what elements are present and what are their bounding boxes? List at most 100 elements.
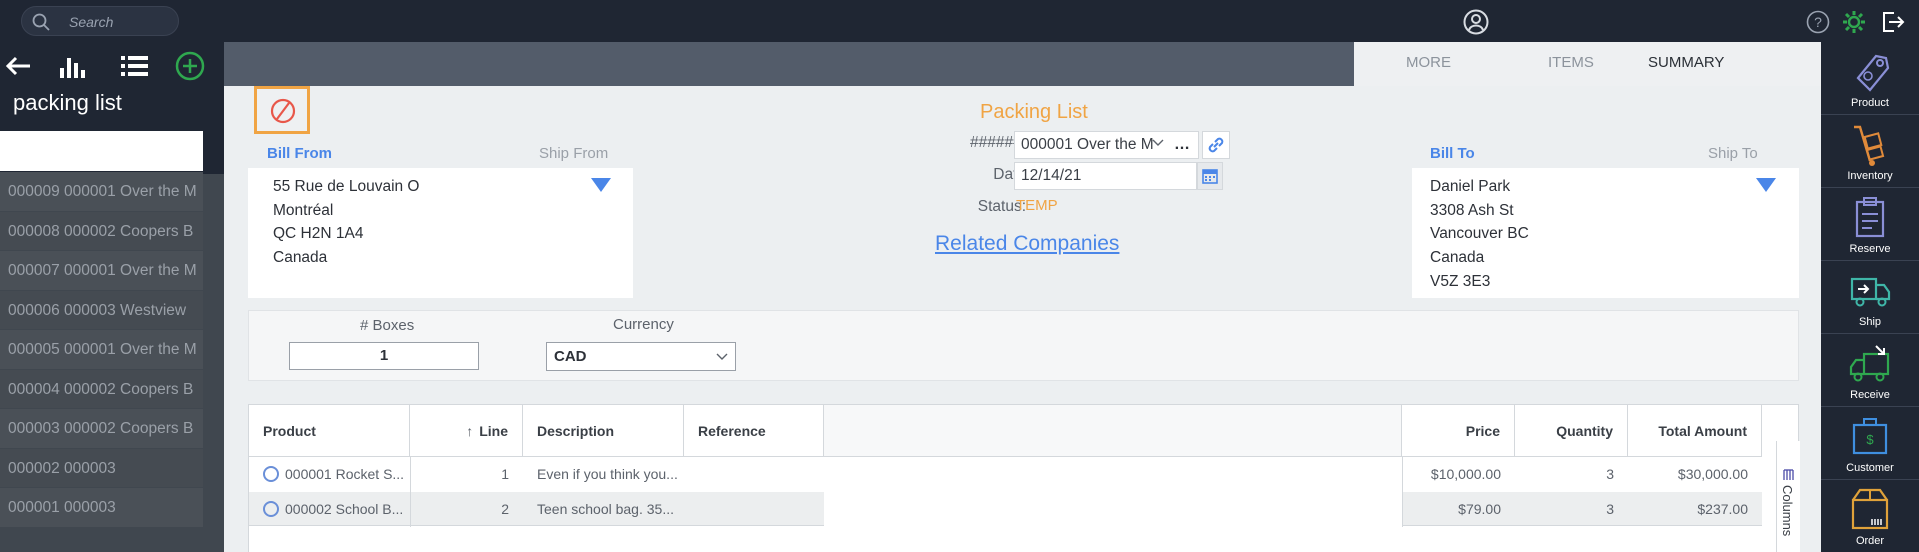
product-action-label: Product [1851, 97, 1889, 109]
inventory-action-label: Inventory [1847, 170, 1893, 182]
ship-action-label: Ship [1858, 316, 1882, 328]
tab-summary[interactable]: SUMMARY [1648, 54, 1724, 71]
column-header-line[interactable]: ↑ Line [410, 405, 523, 457]
void-button[interactable] [254, 86, 310, 134]
list-item[interactable]: 000005 000001 Over the M [0, 330, 203, 370]
ship-action[interactable]: Ship [1821, 261, 1919, 334]
document-number-value: 000001 Over the M [1021, 136, 1154, 153]
list-item[interactable]: 000007 000001 Over the M [0, 251, 203, 291]
receive-action-label: Receive [1850, 389, 1890, 401]
cell-product[interactable]: 000002 School B... [249, 492, 410, 526]
calendar-button[interactable] [1197, 162, 1223, 190]
ship-to-label[interactable]: Ship To [1708, 145, 1758, 162]
document-number-select[interactable]: 000001 Over the M [1014, 131, 1199, 159]
list-item[interactable]: 000002 000003 [0, 448, 203, 488]
search-placeholder: Search [69, 14, 114, 30]
sidebar-filter-input[interactable] [0, 131, 203, 171]
list-item[interactable]: 000008 000002 Coopers B [0, 211, 203, 251]
ship-truck-icon [1850, 277, 1891, 307]
user-account-icon[interactable] [1463, 9, 1489, 35]
columns-panel-toggle[interactable]: Columns [1776, 441, 1800, 552]
bill-from-address[interactable]: 55 Rue de Louvain O Montréal QC H2N 1A4 … [248, 168, 633, 298]
receive-action[interactable]: Receive [1821, 334, 1919, 407]
column-header-description[interactable]: Description [523, 405, 684, 457]
column-header-quantity[interactable]: Quantity [1515, 405, 1628, 457]
logout-icon[interactable] [1880, 9, 1906, 35]
currency-value: CAD [554, 348, 587, 365]
hand-truck-icon [1854, 125, 1885, 166]
bill-from-dropdown-icon[interactable] [591, 178, 611, 192]
right-action-bar: Product Inventory Reserve Ship Receive $… [1821, 42, 1919, 552]
status-label: Status: [977, 198, 1026, 215]
inventory-action[interactable]: Inventory [1821, 115, 1919, 188]
row-select-radio[interactable] [263, 500, 279, 517]
cell-line: 2 [501, 501, 509, 517]
customer-action[interactable]: $ Customer [1821, 407, 1919, 480]
bill-from-label[interactable]: Bill From [267, 145, 332, 162]
global-search[interactable]: Search [21, 6, 179, 36]
settings-gear-icon[interactable] [1841, 9, 1867, 35]
list-icon[interactable] [118, 50, 150, 82]
boxes-label: # Boxes [360, 317, 415, 334]
tab-more[interactable]: MORE [1406, 54, 1451, 71]
cell-quantity: 3 [1606, 466, 1614, 482]
ship-from-label[interactable]: Ship From [539, 145, 608, 162]
svg-text:?: ? [1814, 14, 1822, 30]
tab-items[interactable]: ITEMS [1548, 54, 1594, 71]
link-button[interactable] [1202, 131, 1230, 159]
column-divider [410, 457, 411, 527]
customer-briefcase-icon: $ [1852, 418, 1888, 455]
boxes-input[interactable]: 1 [289, 342, 479, 370]
bill-to-address[interactable]: Daniel Park 3308 Ash St Vancouver BC Can… [1412, 168, 1799, 298]
bill-to-dropdown-icon[interactable] [1756, 178, 1776, 192]
currency-label: Currency [613, 316, 674, 333]
help-icon[interactable]: ? [1806, 10, 1830, 34]
column-divider [1402, 457, 1403, 527]
left-sidebar: packing list 000009 000001 Over the M 00… [0, 42, 224, 552]
list-item[interactable]: 000001 000003 [0, 488, 203, 528]
calendar-icon [1202, 169, 1218, 184]
cell-product-text: 000002 School B... [285, 501, 404, 517]
address-line: Daniel Park [1430, 178, 1511, 195]
order-box-icon [1851, 488, 1889, 530]
list-item[interactable]: 000009 000001 Over the M [0, 172, 203, 212]
document-title: Packing List [980, 101, 1088, 123]
bill-to-label[interactable]: Bill To [1430, 145, 1475, 162]
reserve-action[interactable]: Reserve [1821, 188, 1919, 261]
column-header-reference[interactable]: Reference [684, 405, 824, 457]
product-tag-icon [1856, 54, 1890, 92]
columns-icon [1783, 469, 1794, 480]
address-line: V5Z 3E3 [1430, 273, 1491, 290]
cell-quantity: 3 [1606, 501, 1614, 517]
view-tabs: MORE ITEMS SUMMARY [1354, 42, 1821, 86]
list-item[interactable]: 000004 000002 Coopers B [0, 369, 203, 409]
address-line: QC H2N 1A4 [273, 225, 364, 242]
list-item[interactable]: 000006 000003 Westview [0, 290, 203, 330]
currency-select[interactable]: CAD [546, 342, 736, 371]
product-action[interactable]: Product [1821, 42, 1919, 115]
column-header-total[interactable]: Total Amount [1628, 405, 1762, 457]
cell-total: $237.00 [1697, 501, 1748, 517]
row-select-radio[interactable] [263, 465, 279, 482]
columns-label: Columns [1780, 485, 1795, 537]
sort-up-icon: ↑ [466, 423, 474, 439]
add-circle-icon[interactable] [174, 50, 206, 82]
column-header-product[interactable]: Product [249, 405, 410, 457]
related-companies-link[interactable]: Related Companies [935, 232, 1119, 256]
receive-truck-icon [1849, 345, 1890, 382]
clipboard-icon [1855, 197, 1885, 238]
cell-description: Even if you think you... [537, 466, 678, 482]
bar-chart-icon[interactable] [56, 50, 88, 82]
order-action[interactable]: Order [1821, 480, 1919, 552]
column-header-price[interactable]: Price [1402, 405, 1515, 457]
more-options-icon[interactable]: … [1174, 136, 1190, 154]
address-line: 55 Rue de Louvain O [273, 178, 420, 195]
main-panel: MORE ITEMS SUMMARY Bill From Ship From 5… [224, 42, 1821, 552]
back-arrow-icon[interactable] [2, 50, 34, 82]
chevron-down-icon[interactable] [1152, 139, 1164, 147]
cell-product[interactable]: 000001 Rocket S... [249, 457, 410, 491]
date-field[interactable]: 12/14/21 [1014, 162, 1197, 190]
chevron-down-icon [716, 353, 728, 360]
address-line: Vancouver BC [1430, 225, 1529, 242]
list-item[interactable]: 000003 000002 Coopers B [0, 409, 203, 449]
